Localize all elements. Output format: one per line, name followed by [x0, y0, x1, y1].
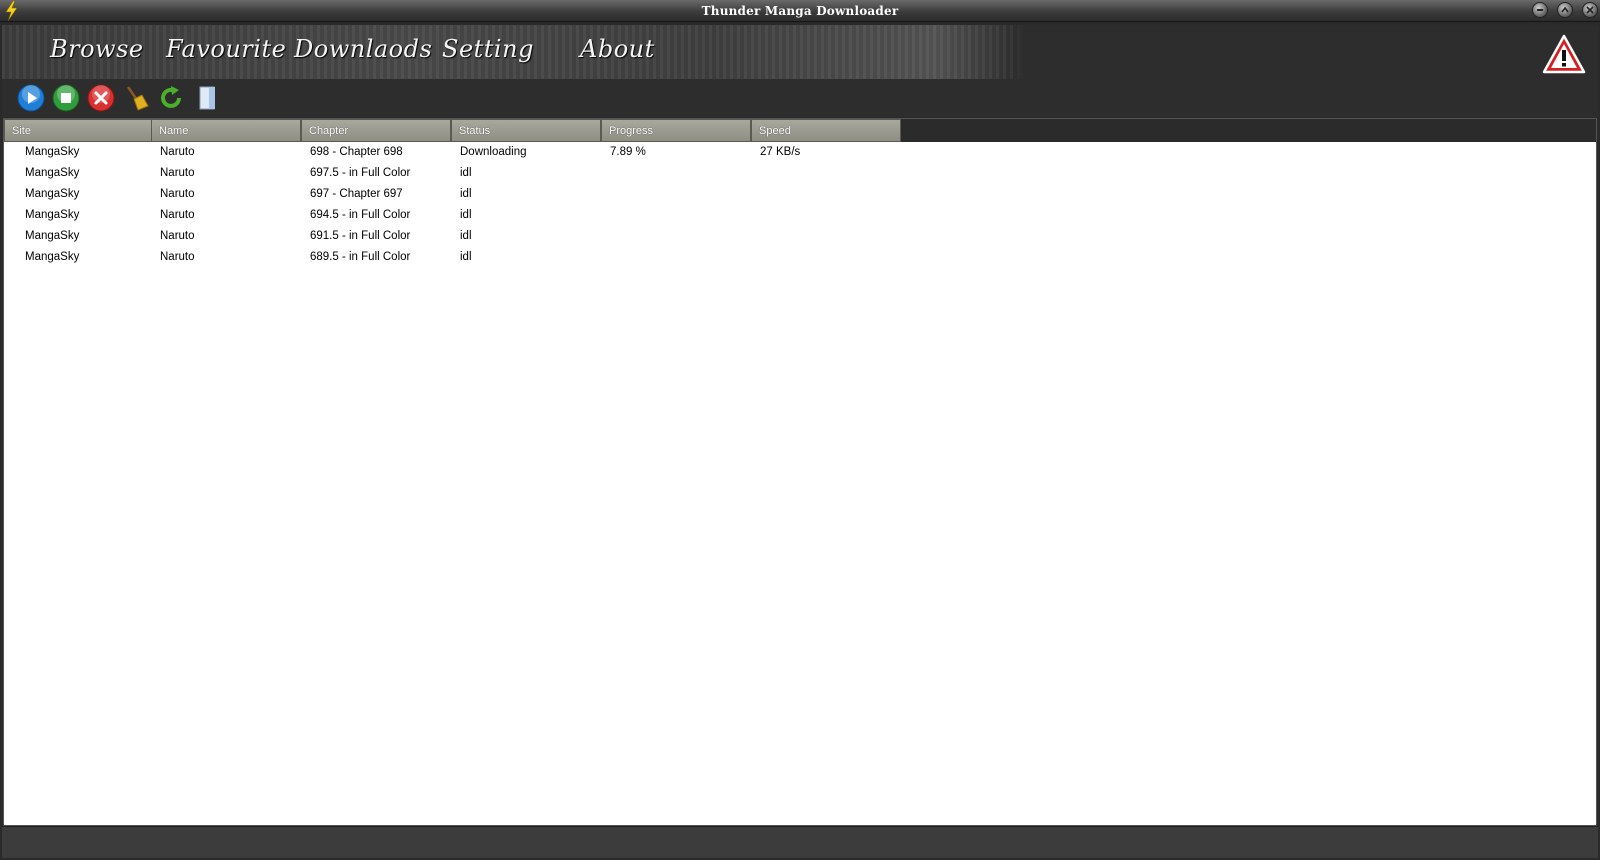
cell-name: Naruto	[160, 146, 195, 158]
downloads-table: Site Name Chapter Status Progress Speed …	[3, 118, 1597, 826]
nav-setting[interactable]: Setting	[442, 35, 534, 63]
table-header: Site Name Chapter Status Progress Speed	[4, 119, 1596, 142]
cell-speed: 27 KB/s	[760, 146, 801, 158]
play-icon[interactable]	[17, 84, 45, 112]
cell-chapter: 689.5 - in Full Color	[310, 251, 411, 263]
cell-site: MangaSky	[25, 230, 80, 242]
refresh-icon[interactable]	[157, 84, 185, 112]
nav-favourite[interactable]: Favourite	[166, 35, 286, 63]
cell-name: Naruto	[160, 188, 195, 200]
cell-progress: 7.89 %	[610, 146, 646, 158]
title-bar: Thunder Manga Downloader	[0, 0, 1600, 22]
cell-chapter: 698 - Chapter 698	[310, 146, 403, 158]
cell-status: idl	[460, 167, 472, 179]
column-status[interactable]: Status	[451, 119, 601, 142]
cell-chapter: 697 - Chapter 697	[310, 188, 403, 200]
cell-status: idl	[460, 209, 472, 221]
folder-icon[interactable]	[194, 84, 222, 112]
cell-chapter: 697.5 - in Full Color	[310, 167, 411, 179]
cell-name: Naruto	[160, 167, 195, 179]
cell-site: MangaSky	[25, 146, 80, 158]
cell-status: idl	[460, 188, 472, 200]
cell-status: idl	[460, 230, 472, 242]
close-button[interactable]	[1582, 2, 1598, 18]
cell-site: MangaSky	[25, 167, 80, 179]
nav-downloads[interactable]: Downlaods	[294, 35, 432, 63]
close-icon	[1586, 6, 1594, 14]
nav-about[interactable]: About	[580, 35, 655, 63]
stop-icon[interactable]	[52, 84, 80, 112]
cell-site: MangaSky	[25, 188, 80, 200]
table-row[interactable]: MangaSky Naruto 689.5 - in Full Color id…	[4, 247, 1596, 268]
toolbar	[2, 79, 1598, 117]
column-name[interactable]: Name	[151, 119, 301, 142]
cell-chapter: 694.5 - in Full Color	[310, 209, 411, 221]
cancel-icon[interactable]	[87, 84, 115, 112]
broom-icon[interactable]	[122, 84, 150, 112]
cell-name: Naruto	[160, 251, 195, 263]
status-bar	[2, 826, 1598, 858]
cell-site: MangaSky	[25, 209, 80, 221]
minimize-icon	[1537, 9, 1543, 11]
minimize-button[interactable]	[1532, 2, 1548, 18]
maximize-button[interactable]	[1557, 2, 1573, 18]
cell-status: Downloading	[460, 146, 527, 158]
column-progress[interactable]: Progress	[601, 119, 751, 142]
main-nav: Browse Favourite Downlaods Setting About	[2, 25, 1598, 79]
cell-status: idl	[460, 251, 472, 263]
cell-name: Naruto	[160, 230, 195, 242]
column-site[interactable]: Site	[4, 119, 154, 142]
cell-chapter: 691.5 - in Full Color	[310, 230, 411, 242]
window-title: Thunder Manga Downloader	[701, 4, 899, 18]
cell-name: Naruto	[160, 209, 195, 221]
table-row[interactable]: MangaSky Naruto 694.5 - in Full Color id…	[4, 205, 1596, 226]
nav-browse[interactable]: Browse	[50, 35, 144, 63]
chevron-up-icon	[1561, 6, 1569, 13]
cell-site: MangaSky	[25, 251, 80, 263]
warning-icon[interactable]	[1542, 34, 1586, 74]
table-row[interactable]: MangaSky Naruto 697 - Chapter 697 idl	[4, 184, 1596, 205]
column-speed[interactable]: Speed	[751, 119, 901, 142]
table-row[interactable]: MangaSky Naruto 691.5 - in Full Color id…	[4, 226, 1596, 247]
table-row[interactable]: MangaSky Naruto 697.5 - in Full Color id…	[4, 163, 1596, 184]
table-row[interactable]: MangaSky Naruto 698 - Chapter 698 Downlo…	[4, 142, 1596, 163]
column-chapter[interactable]: Chapter	[301, 119, 451, 142]
